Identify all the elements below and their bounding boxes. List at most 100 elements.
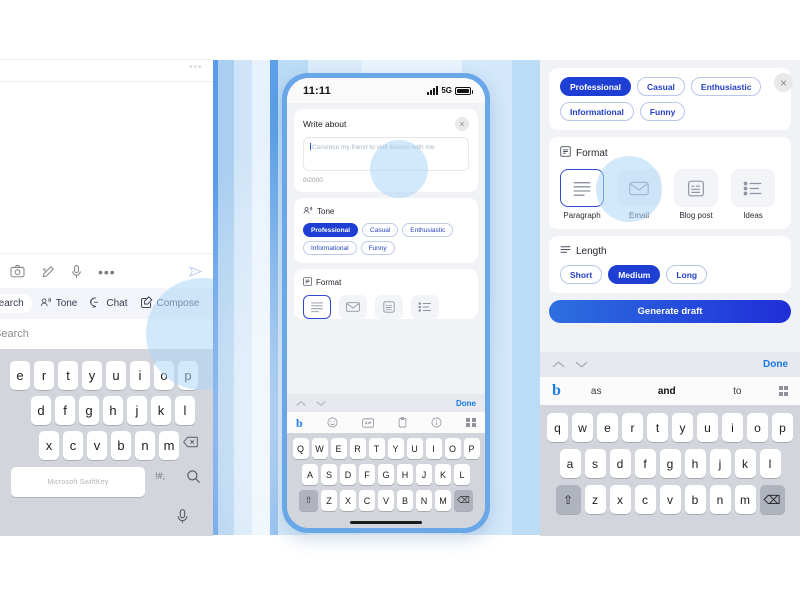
option-enthusiastic[interactable]: Enthusiastic [690, 77, 762, 96]
key-r[interactable]: R [349, 438, 366, 459]
shift-icon[interactable]: ⇧ [555, 485, 581, 514]
option-enthusiastic[interactable]: Enthusiastic [402, 223, 454, 237]
key-s[interactable]: S [321, 464, 337, 485]
key-v[interactable]: v [659, 485, 681, 514]
key-u[interactable]: u [697, 413, 718, 442]
apps-grid-icon[interactable] [466, 417, 476, 428]
format-option-ideas[interactable]: Ideas [731, 169, 775, 220]
camera-icon[interactable] [10, 265, 25, 278]
key-d[interactable]: d [609, 449, 631, 478]
key-w[interactable]: w [572, 413, 593, 442]
format-option-blog-post[interactable] [375, 295, 403, 319]
microphone-icon[interactable] [176, 509, 189, 530]
key-v[interactable]: v [87, 431, 107, 460]
key-b[interactable]: b [111, 431, 131, 460]
backspace-icon[interactable]: ⌫ [454, 490, 473, 511]
option-funny[interactable]: Funny [639, 102, 686, 121]
feature-tone[interactable]: Tone [35, 294, 83, 314]
info-icon[interactable] [431, 417, 442, 428]
key-x[interactable]: X [340, 490, 356, 511]
close-icon[interactable]: × [774, 73, 793, 92]
key-b[interactable]: b [684, 485, 706, 514]
key-c[interactable]: C [359, 490, 375, 511]
option-informational[interactable]: Informational [560, 102, 634, 121]
key-n[interactable]: n [709, 485, 731, 514]
key-b[interactable]: B [397, 490, 413, 511]
key-j[interactable]: J [416, 464, 432, 485]
key-e[interactable]: E [330, 438, 347, 459]
option-medium[interactable]: Medium [608, 265, 661, 284]
done-button[interactable]: Done [763, 359, 788, 370]
key-g[interactable]: g [79, 396, 99, 425]
key-h[interactable]: h [684, 449, 706, 478]
feature-chat[interactable]: Chat [85, 294, 132, 314]
backspace-icon[interactable] [183, 435, 198, 453]
key-p[interactable]: p [772, 413, 793, 442]
key-u[interactable]: U [406, 438, 423, 459]
key-o[interactable]: o [747, 413, 768, 442]
key-k[interactable]: k [734, 449, 756, 478]
key-v[interactable]: V [378, 490, 394, 511]
chevron-down-icon[interactable] [316, 394, 326, 412]
key-t[interactable]: T [368, 438, 385, 459]
chevron-up-icon[interactable] [552, 356, 565, 374]
suggestion-0[interactable]: as [561, 386, 632, 397]
option-professional[interactable]: Professional [560, 77, 632, 96]
option-short[interactable]: Short [560, 265, 603, 284]
more-options-icon[interactable]: ••• [189, 62, 203, 73]
key-m[interactable]: m [734, 485, 756, 514]
suggestion-1[interactable]: and [631, 386, 702, 397]
option-casual[interactable]: Casual [637, 77, 685, 96]
key-q[interactable]: Q [292, 438, 309, 459]
key-l[interactable]: l [759, 449, 781, 478]
key-x[interactable]: x [39, 431, 59, 460]
bing-logo-icon[interactable]: b [552, 383, 561, 399]
search-input[interactable]: Search [0, 319, 213, 349]
emoji-icon[interactable] [327, 417, 338, 428]
format-option-paragraph[interactable]: Paragraph [560, 169, 604, 220]
generate-draft-button[interactable]: Generate draft [549, 300, 791, 323]
feature-compose[interactable]: Compose [136, 293, 205, 314]
key-c[interactable]: c [634, 485, 656, 514]
key-g[interactable]: G [378, 464, 394, 485]
space-bar[interactable]: Microsoft SwiftKey [11, 467, 145, 497]
key-u[interactable]: u [106, 361, 126, 390]
option-informational[interactable]: Informational [303, 241, 357, 255]
key-m[interactable]: M [435, 490, 451, 511]
done-button[interactable]: Done [456, 399, 476, 408]
shift-icon[interactable]: ⇧ [299, 490, 318, 511]
key-t[interactable]: t [58, 361, 78, 390]
key-o[interactable]: o [154, 361, 174, 390]
send-icon[interactable] [188, 264, 203, 279]
more-options-icon[interactable]: ••• [98, 265, 116, 279]
prompt-input[interactable]: Convince my friend to visit Mexico with … [303, 137, 469, 171]
key-y[interactable]: y [82, 361, 102, 390]
key-w[interactable]: W [311, 438, 328, 459]
key-x[interactable]: x [609, 485, 631, 514]
key-d[interactable]: d [31, 396, 51, 425]
gif-icon[interactable] [362, 417, 374, 428]
key-q[interactable]: q [547, 413, 568, 442]
option-funny[interactable]: Funny [360, 241, 395, 255]
key-z[interactable]: z [584, 485, 606, 514]
key-e[interactable]: e [10, 361, 30, 390]
microphone-icon[interactable] [71, 264, 82, 279]
feature-search[interactable]: Search [0, 294, 32, 313]
key-j[interactable]: j [127, 396, 147, 425]
key-r[interactable]: r [34, 361, 54, 390]
clipboard-icon[interactable] [398, 417, 407, 428]
key-h[interactable]: H [397, 464, 413, 485]
backspace-icon[interactable]: ⌫ [759, 485, 785, 514]
close-icon[interactable]: × [455, 117, 469, 131]
key-k[interactable]: K [435, 464, 451, 485]
format-option-email[interactable]: Email [617, 169, 661, 220]
key-t[interactable]: t [647, 413, 668, 442]
format-option-paragraph[interactable] [303, 295, 331, 319]
key-o[interactable]: O [444, 438, 461, 459]
key-c[interactable]: c [63, 431, 83, 460]
punctuation-key[interactable]: !#, [155, 471, 165, 481]
key-p[interactable]: p [178, 361, 198, 390]
key-y[interactable]: y [672, 413, 693, 442]
apps-grid-icon[interactable] [778, 386, 788, 396]
key-a[interactable]: a [559, 449, 581, 478]
